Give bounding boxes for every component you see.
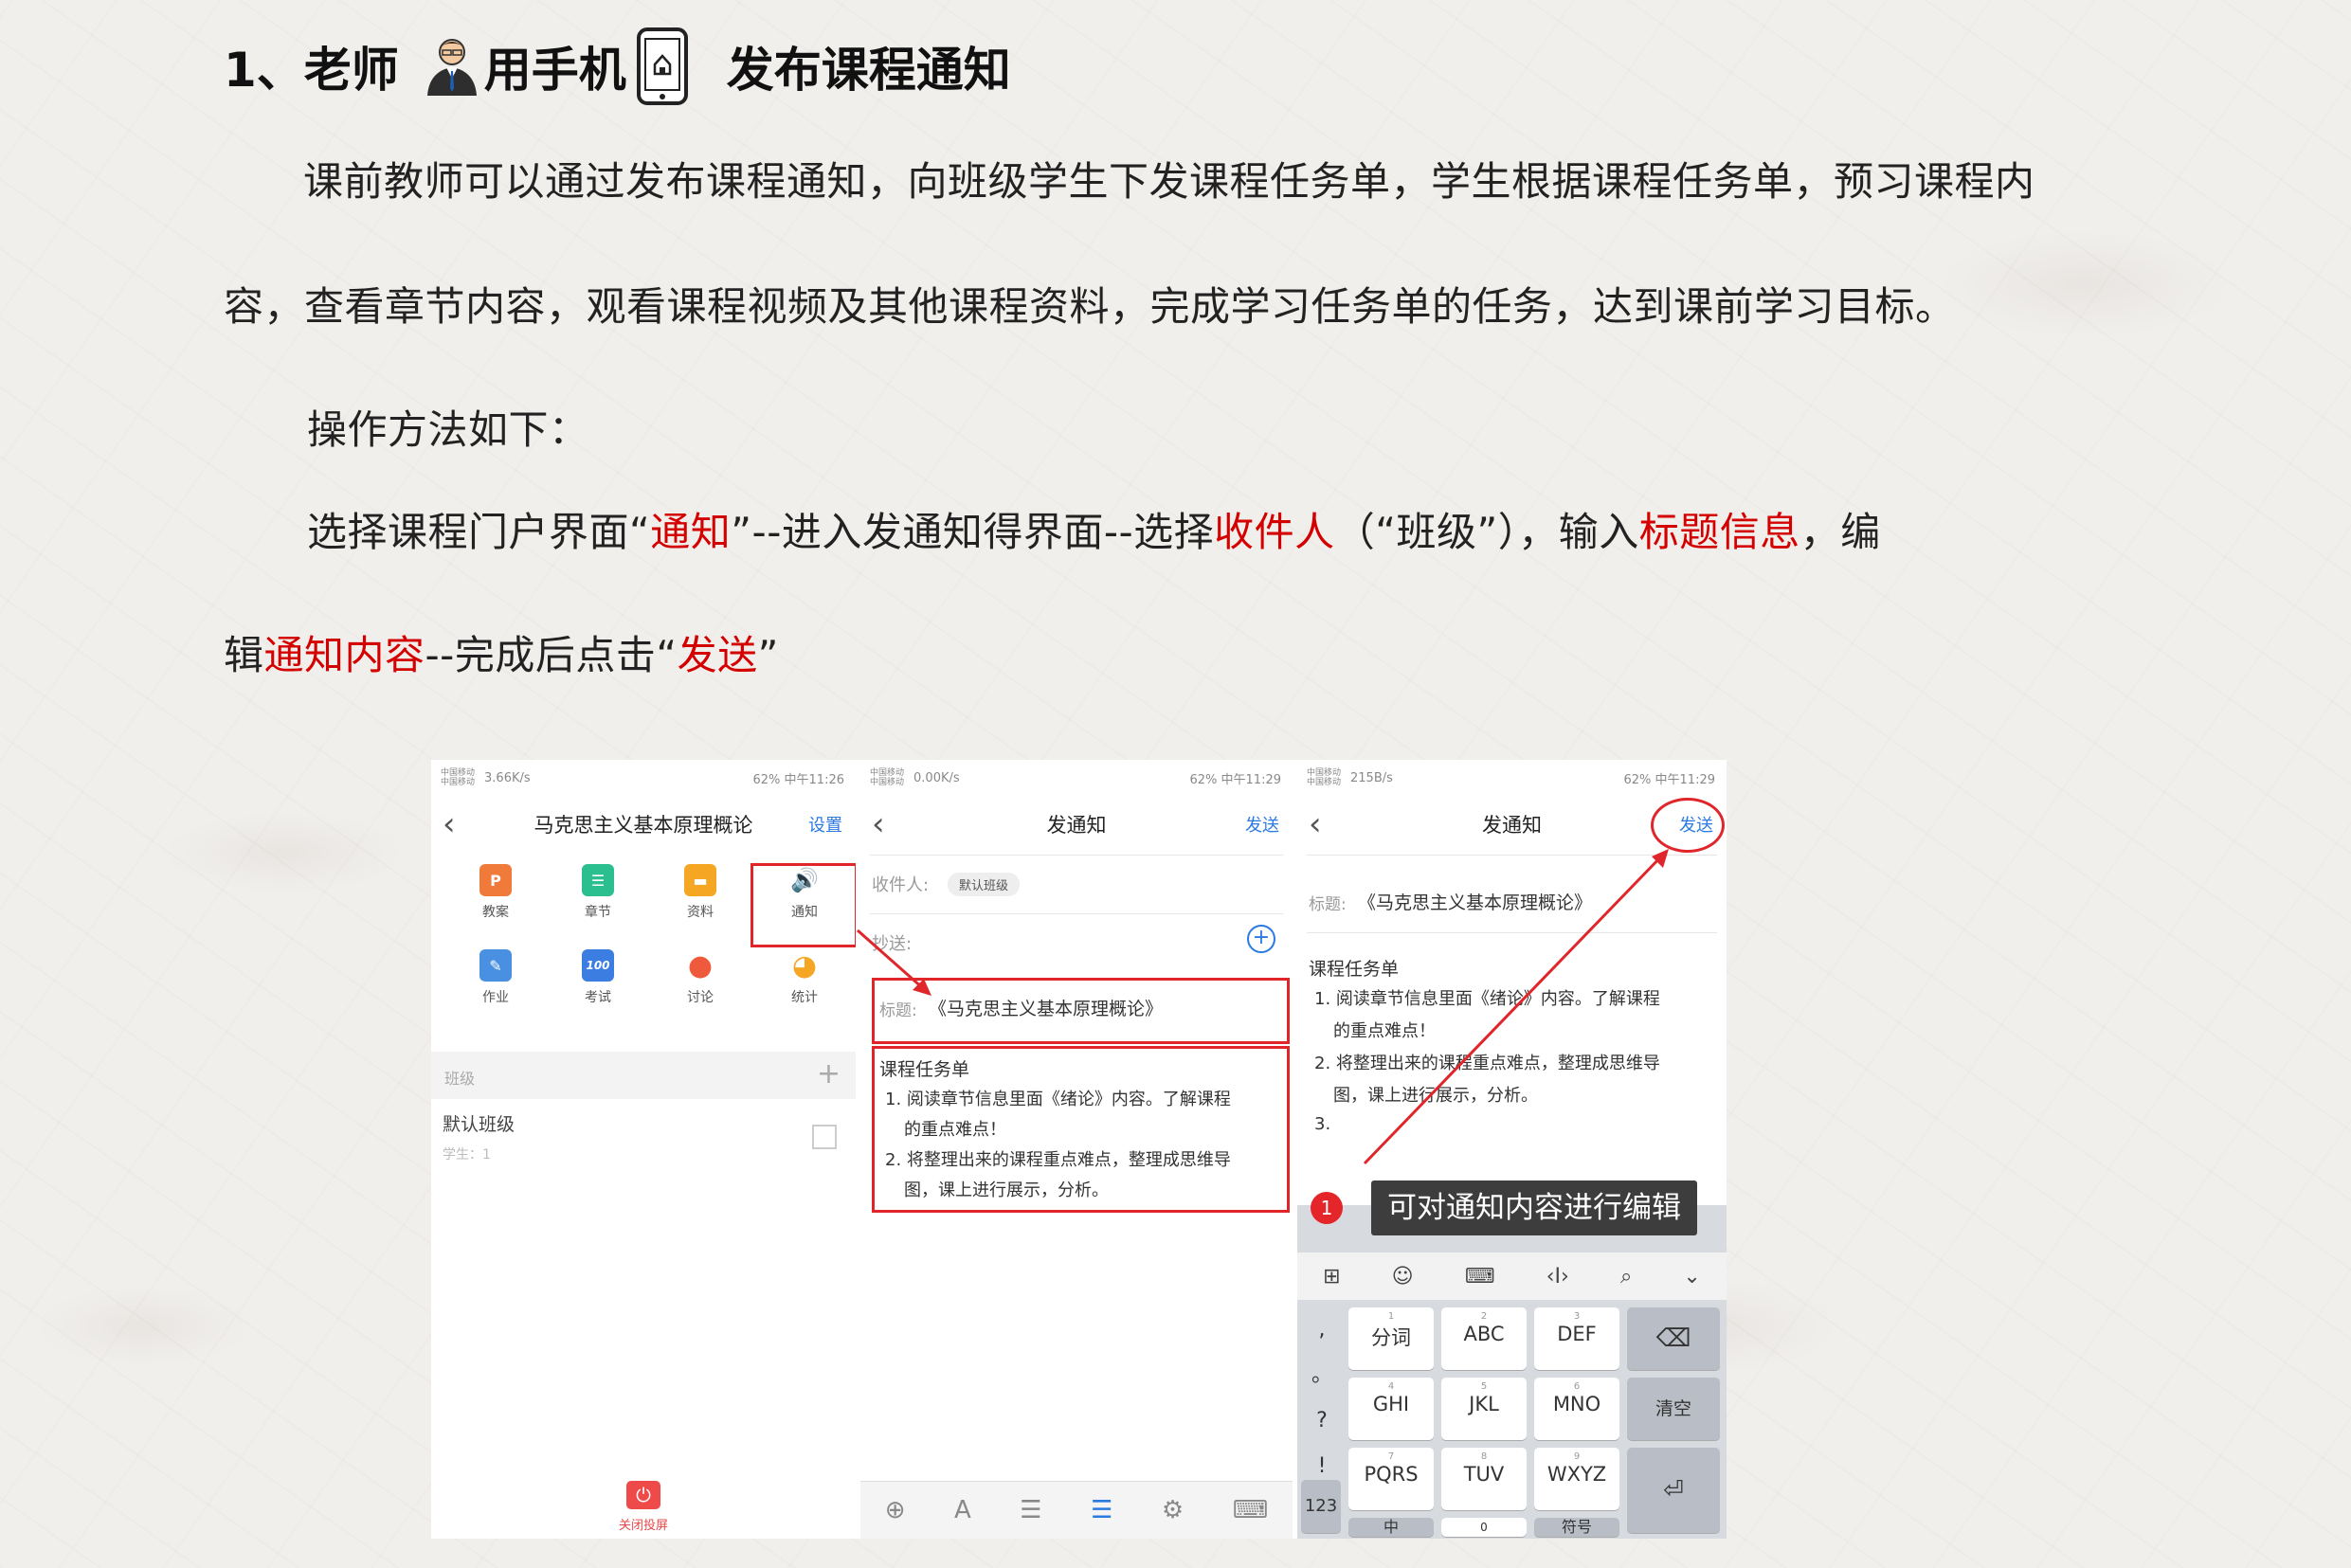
steps-text: 辑	[224, 632, 264, 678]
teacher-icon	[424, 35, 480, 98]
lesson-heading: 1、老师 用手机 发布课程通知	[224, 27, 1011, 106]
keyword-recipient: 收件人	[1214, 509, 1335, 555]
steps-text: （“班级”），输入	[1334, 509, 1639, 555]
steps-text: ，编	[1799, 509, 1881, 555]
keyword-title-info: 标题信息	[1638, 509, 1800, 555]
steps-text: 选择课程门户界面“	[307, 509, 651, 555]
keyword-send: 发送	[677, 632, 758, 678]
steps-text: ”	[757, 632, 779, 678]
heading-part1: 1、老师	[224, 43, 399, 98]
keyword-notice: 通知	[650, 509, 732, 555]
steps-line-1: 选择课程门户界面“通知”--进入发通知得界面--选择收件人（“班级”），输入标题…	[307, 500, 1881, 558]
heading-part2: 用手机	[483, 43, 626, 98]
intro-line-1: 课前教师可以通过发布课程通知，向班级学生下发课程任务单，学生根据课程任务单，预习…	[303, 158, 2035, 205]
steps-text: --完成后点击“	[425, 632, 678, 678]
phone-screenshots: 中国移动 中国移动 3.66K/s 62% 中午11:26 ‹ 马克思主义基本原理…	[431, 760, 1727, 1539]
annotation-arrows	[857, 849, 1669, 1165]
heading-part3: 发布课程通知	[726, 43, 1011, 98]
steps-line-2: 辑通知内容--完成后点击“发送”	[224, 623, 779, 681]
smartphone-icon	[636, 27, 689, 106]
steps-text: ”--进入发通知得界面--选择	[731, 509, 1215, 555]
method-title: 操作方法如下：	[307, 406, 589, 453]
keyword-notice-content: 通知内容	[263, 632, 425, 678]
intro-line-2: 容，查看章节内容，观看课程视频及其他课程资料，完成学习任务单的任务，达到课前学习…	[224, 283, 1956, 330]
arrow-to-send	[1363, 853, 1665, 1165]
arrow-notice-to-compose	[857, 928, 925, 991]
